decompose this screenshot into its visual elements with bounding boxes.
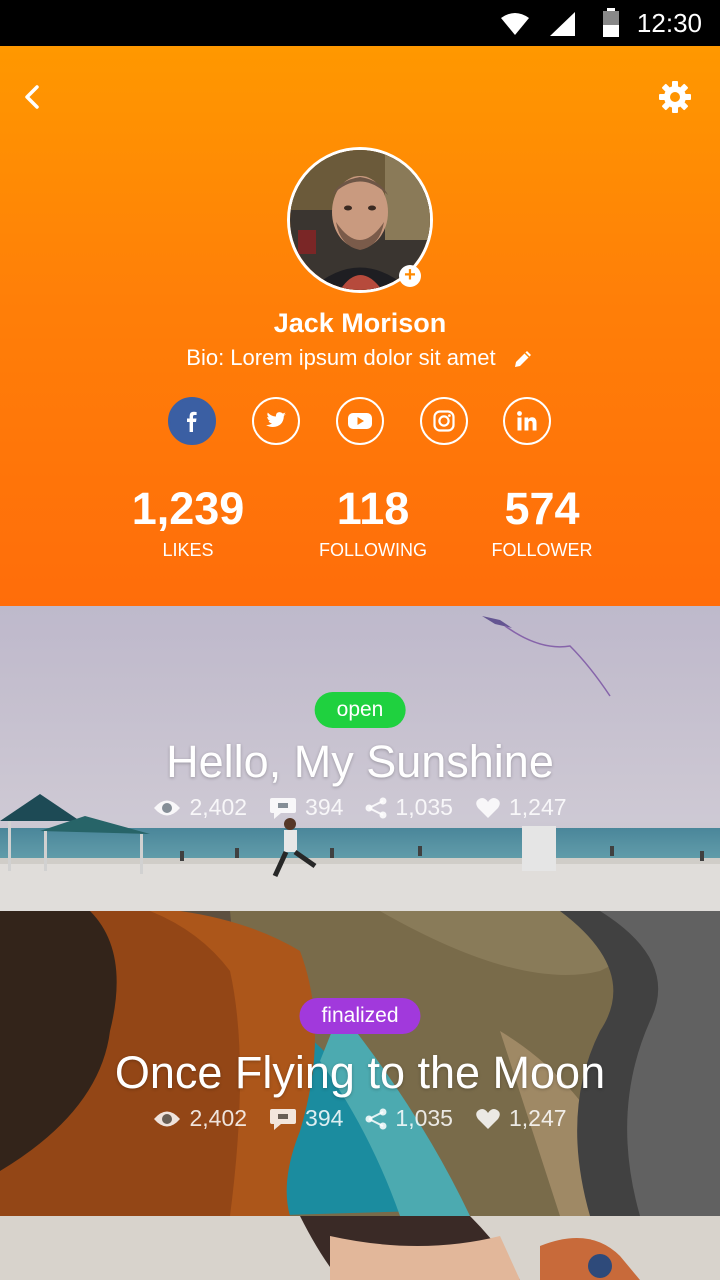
instagram-button[interactable] (420, 397, 468, 445)
stat-value: 574 (504, 483, 580, 534)
heart-icon (476, 797, 500, 818)
stat-likes[interactable]: 1,239 LIKES (88, 484, 288, 561)
stat-label: FOLLOWER (491, 540, 593, 560)
signal-icon (550, 12, 575, 36)
twitter-icon (266, 412, 286, 427)
status-badge: finalized (299, 998, 421, 1034)
comments-count: 394 (305, 1105, 344, 1131)
comment-icon (270, 1108, 297, 1130)
likes-count: 1,247 (508, 794, 567, 820)
profile-header: + Jack Morison Bio: Lorem ipsum dolor si… (0, 46, 720, 606)
facebook-icon (187, 411, 197, 432)
post-card[interactable] (0, 1216, 720, 1280)
heart-icon (476, 1108, 500, 1129)
likes-count: 1,247 (508, 1105, 567, 1131)
pencil-icon[interactable] (512, 348, 534, 370)
post-title: Once Flying to the Moon (114, 1047, 606, 1098)
facebook-button[interactable] (168, 397, 216, 445)
comments-count: 394 (305, 794, 344, 820)
comments-stat: 394 (269, 1105, 343, 1132)
views-stat: 2,402 (153, 1105, 247, 1132)
stat-label: LIKES (162, 540, 214, 560)
back-arrow-icon[interactable] (18, 82, 48, 112)
share-icon (365, 1108, 387, 1129)
shares-count: 1,035 (395, 1105, 453, 1131)
post-stats: 2,402 394 1,035 1,247 (0, 1105, 720, 1132)
post-card[interactable]: open Hello, My Sunshine 2,402 394 1,035 … (0, 606, 720, 911)
share-icon (365, 797, 387, 818)
gear-icon[interactable] (658, 80, 692, 114)
status-bar: 12:30 (0, 0, 720, 46)
profile-bio: Bio: Lorem ipsum dolor sit amet (186, 345, 496, 370)
stat-follower[interactable]: 574 FOLLOWER (442, 484, 642, 561)
status-time: 12:30 (636, 8, 702, 38)
post-stats: 2,402 394 1,035 1,247 (0, 794, 720, 821)
instagram-icon (433, 410, 455, 432)
likes-stat: 1,247 (475, 1105, 567, 1132)
linkedin-button[interactable] (503, 397, 551, 445)
eye-icon (154, 1111, 181, 1126)
battery-icon (603, 8, 619, 37)
eye-icon (154, 800, 181, 815)
avatar[interactable]: + (287, 147, 433, 293)
shares-count: 1,035 (395, 794, 453, 820)
post-card[interactable]: finalized Once Flying to the Moon 2,402 … (0, 911, 720, 1216)
add-photo-button[interactable]: + (399, 265, 421, 287)
wifi-icon (501, 13, 529, 35)
twitter-button[interactable] (252, 397, 300, 445)
stat-value: 1,239 (131, 483, 245, 534)
likes-stat: 1,247 (475, 794, 567, 821)
youtube-icon (348, 413, 372, 429)
profile-bio-row: Bio: Lorem ipsum dolor sit amet (0, 345, 720, 371)
social-links (0, 397, 720, 445)
views-stat: 2,402 (153, 794, 247, 821)
post-title: Hello, My Sunshine (166, 736, 554, 787)
status-badge: open (314, 692, 406, 728)
linkedin-icon (517, 411, 537, 431)
comments-stat: 394 (269, 794, 343, 821)
shares-stat: 1,035 (365, 1105, 453, 1132)
youtube-button[interactable] (336, 397, 384, 445)
comment-icon (270, 797, 297, 819)
profile-name: Jack Morison (273, 308, 447, 338)
post-cover-image (0, 1216, 720, 1280)
views-count: 2,402 (189, 794, 248, 820)
views-count: 2,402 (189, 1105, 248, 1131)
shares-stat: 1,035 (365, 794, 453, 821)
